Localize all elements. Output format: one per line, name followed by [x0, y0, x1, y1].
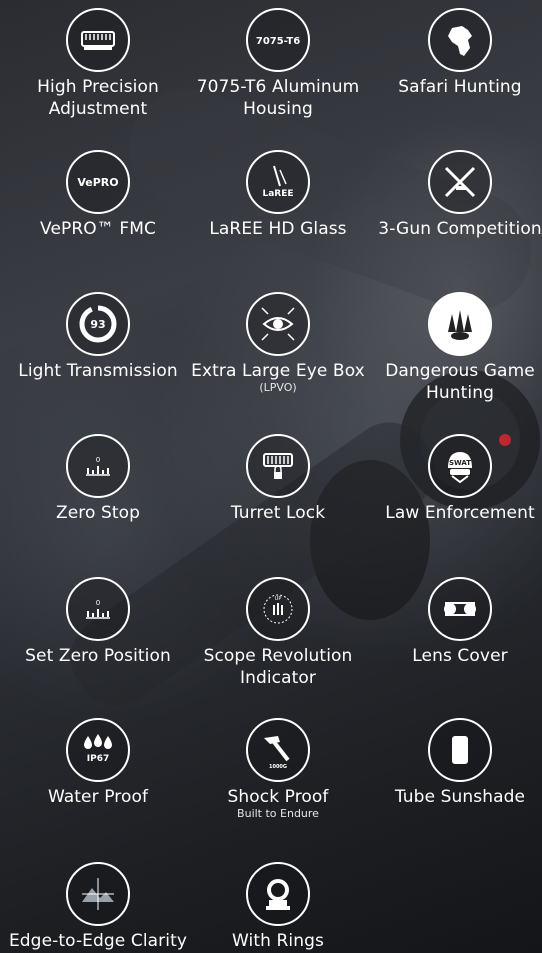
feature-lens-cover: Lens Cover: [370, 577, 542, 667]
feature-label: Law Enforcement: [385, 503, 535, 523]
zero-position-icon: 0: [66, 577, 130, 641]
feature-aluminum-housing: 7075-T6 7075-T6 Aluminum Housing: [188, 8, 368, 120]
svg-text:UP: UP: [275, 596, 282, 602]
feature-set-zero: 0 Set Zero Position: [8, 577, 188, 667]
feature-label: Scope Revolution Indicator: [203, 646, 353, 688]
feature-label: Light Transmission: [18, 361, 178, 381]
water-drops-icon: IP67: [66, 718, 130, 782]
feature-label: Lens Cover: [412, 646, 508, 666]
feature-label: Extra Large Eye Box: [191, 361, 365, 381]
feature-tube-sunshade: Tube Sunshade: [370, 718, 542, 808]
feature-sublabel: (LPVO): [259, 381, 297, 394]
feature-revolution-indicator: UP Scope Revolution Indicator: [188, 577, 368, 689]
africa-map-icon: [428, 8, 492, 72]
feature-water-proof: IP67 Water Proof: [8, 718, 188, 808]
feature-eye-box: Extra Large Eye Box (LPVO): [188, 292, 368, 394]
feature-label: Shock Proof: [227, 787, 329, 807]
feature-label: LaREE HD Glass: [209, 219, 347, 239]
feature-zero-stop: 0 Zero Stop: [8, 434, 188, 524]
feature-law-enforcement: SWAT Law Enforcement: [370, 434, 542, 524]
landscape-reticle-icon: [66, 862, 130, 926]
feature-vepro: VePRO VePRO™ FMC: [8, 150, 188, 240]
svg-text:VePRO: VePRO: [77, 176, 118, 189]
feature-light-transmission: 93 Light Transmission: [8, 292, 188, 382]
feature-label: VePRO™ FMC: [40, 219, 156, 239]
svg-text:IP67: IP67: [87, 754, 109, 764]
sunshade-tube-icon: [428, 718, 492, 782]
svg-text:0: 0: [96, 456, 100, 464]
zero-stop-icon: 0: [66, 434, 130, 498]
feature-label: Edge-to-Edge Clarity: [8, 931, 188, 951]
svg-text:93: 93: [90, 318, 105, 331]
swat-helmet-icon: SWAT: [428, 434, 492, 498]
light-transmission-icon: 93: [66, 292, 130, 356]
lens-cover-icon: [428, 577, 492, 641]
turret-adjustment-icon: [66, 8, 130, 72]
feature-turret-lock: Turret Lock: [188, 434, 368, 524]
feature-laree-glass: LaREE LaREE HD Glass: [188, 150, 368, 240]
svg-text:LaREE: LaREE: [262, 189, 293, 199]
hammer-icon: 1000G: [246, 718, 310, 782]
feature-label: Set Zero Position: [25, 646, 171, 666]
aluminum-badge-icon: 7075-T6: [246, 8, 310, 72]
feature-label: Turret Lock: [230, 503, 326, 523]
feature-label: High Precision Adjustment: [37, 77, 159, 119]
feature-safari-hunting: Safari Hunting: [370, 8, 542, 98]
feature-label: Zero Stop: [55, 503, 141, 523]
laree-glass-icon: LaREE: [246, 150, 310, 214]
feature-label: Tube Sunshade: [394, 787, 526, 807]
eye-box-icon: [246, 292, 310, 356]
feature-label: 7075-T6 Aluminum Housing: [196, 77, 360, 119]
svg-text:SWAT: SWAT: [449, 459, 471, 467]
scope-ring-icon: [246, 862, 310, 926]
svg-text:7075-T6: 7075-T6: [256, 36, 300, 47]
svg-text:0: 0: [96, 599, 100, 607]
bear-forest-icon: [428, 292, 492, 356]
feature-3gun: 3-Gun Competition: [370, 150, 542, 240]
crossed-guns-icon: [428, 150, 492, 214]
feature-edge-clarity: Edge-to-Edge Clarity: [8, 862, 188, 952]
feature-label: Safari Hunting: [398, 77, 522, 97]
feature-with-rings: With Rings: [188, 862, 368, 952]
svg-text:1000G: 1000G: [269, 764, 287, 770]
turret-lock-icon: [246, 434, 310, 498]
feature-shock-proof: 1000G Shock Proof Built to Endure: [188, 718, 368, 820]
vepro-badge-icon: VePRO: [66, 150, 130, 214]
revolution-indicator-icon: UP: [246, 577, 310, 641]
feature-high-precision: High Precision Adjustment: [8, 8, 188, 120]
feature-label: With Rings: [232, 931, 324, 951]
feature-label: Water Proof: [47, 787, 149, 807]
feature-label: 3-Gun Competition: [378, 219, 542, 239]
feature-dangerous-game: Dangerous Game Hunting: [370, 292, 542, 404]
feature-sublabel: Built to Endure: [237, 807, 319, 820]
feature-label: Dangerous Game Hunting: [385, 361, 535, 403]
